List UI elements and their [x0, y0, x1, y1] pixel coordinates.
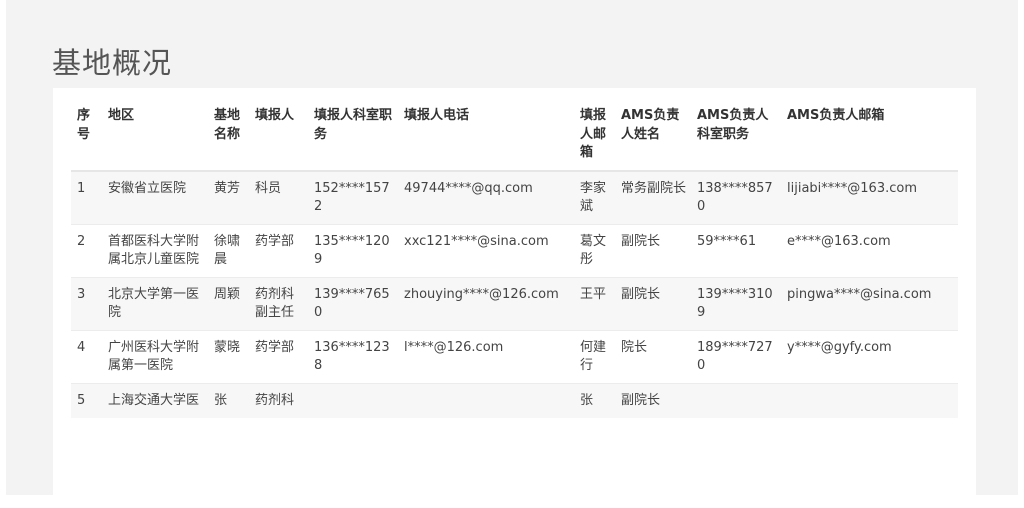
table-cell: 徐啸晨 — [214, 233, 241, 267]
table-cell: 152****1572 — [314, 180, 390, 214]
table-cell: 4 — [77, 339, 86, 355]
table-cell: 135****1209 — [314, 233, 390, 267]
table-cell: 副院长 — [621, 286, 661, 302]
table-cell: 药学部 — [255, 233, 295, 249]
table-cell: 李家斌 — [580, 180, 607, 214]
column-header[interactable]: AMS负责人邮箱 — [781, 107, 958, 171]
table-cell — [308, 383, 398, 418]
table-cell — [691, 383, 781, 418]
table-cell: l****@126.com — [404, 339, 504, 355]
column-header[interactable]: 地区 — [102, 107, 208, 171]
table-cell: 黄芳 — [214, 180, 241, 196]
table-cell: xxc121****@sina.com — [404, 233, 549, 249]
table-cell: 5 — [77, 392, 86, 408]
table-cell: pingwa****@sina.com — [787, 286, 932, 302]
table-row: 5 上海交通大学医 张 药剂科 张 副院长 — [71, 383, 958, 418]
table-cell: 张 — [214, 392, 228, 408]
table-cell: 副院长 — [621, 392, 661, 408]
column-header[interactable]: 填报人电话 — [398, 107, 574, 171]
table-cell: 139****3109 — [697, 286, 773, 320]
column-header[interactable]: 填报人 — [249, 107, 308, 171]
table-cell: y****@gyfy.com — [787, 339, 892, 355]
table-cell: 北京大学第一医院 — [108, 286, 200, 320]
table-cell: 蒙晓 — [214, 339, 241, 355]
table-cell: 张 — [580, 392, 594, 408]
base-overview-table: 序号 地区 基地名称 填报人 填报人科室职务 填报人电话 填报人邮箱 AMS负责… — [71, 107, 958, 418]
table-cell: 首都医科大学附属北京儿童医院 — [108, 233, 200, 267]
table-cell: 药学部 — [255, 339, 295, 355]
table-row: 4 广州医科大学附属第一医院 蒙晓 药学部 136****1238 l****@… — [71, 330, 958, 383]
table-cell — [398, 383, 574, 418]
column-header[interactable]: 填报人邮箱 — [574, 107, 615, 171]
column-header[interactable]: AMS负责人姓名 — [615, 107, 691, 171]
table-header-row: 序号 地区 基地名称 填报人 填报人科室职务 填报人电话 填报人邮箱 AMS负责… — [71, 107, 958, 171]
table-cell: 2 — [77, 233, 86, 249]
table-cell: 安徽省立医院 — [108, 180, 187, 196]
table-cell: 院长 — [621, 339, 648, 355]
table-cell: 葛文彤 — [580, 233, 607, 267]
table-cell: lijiabi****@163.com — [787, 180, 917, 196]
table-cell: 周颖 — [214, 286, 241, 302]
table-cell: 科员 — [255, 180, 282, 196]
table-cell: 3 — [77, 286, 86, 302]
table-cell: 1 — [77, 180, 86, 196]
table-cell: zhouying****@126.com — [404, 286, 559, 302]
table-row: 1 安徽省立医院 黄芳 科员 152****1572 49744****@qq.… — [71, 170, 958, 224]
table-cell: 何建行 — [580, 339, 607, 373]
column-header[interactable]: AMS负责人科室职务 — [691, 107, 781, 171]
column-header[interactable]: 填报人科室职务 — [308, 107, 398, 171]
page-title: 基地概况 — [52, 46, 173, 80]
table-cell: 189****7270 — [697, 339, 773, 373]
table-cell: 49744****@qq.com — [404, 180, 533, 196]
table-cell: e****@163.com — [787, 233, 891, 249]
overview-card: 序号 地区 基地名称 填报人 填报人科室职务 填报人电话 填报人邮箱 AMS负责… — [53, 88, 976, 508]
table-cell: 副院长 — [621, 233, 661, 249]
table-cell: 上海交通大学医 — [108, 392, 200, 408]
table-cell: 王平 — [580, 286, 607, 302]
column-header[interactable]: 基地名称 — [208, 107, 249, 171]
column-header[interactable]: 序号 — [71, 107, 102, 171]
table-cell: 138****8570 — [697, 180, 773, 214]
table-cell: 59****61 — [697, 233, 757, 249]
table-row: 2 首都医科大学附属北京儿童医院 徐啸晨 药学部 135****1209 xxc… — [71, 224, 958, 277]
table-row: 3 北京大学第一医院 周颖 药剂科副主任 139****7650 zhouyin… — [71, 277, 958, 330]
table-cell: 广州医科大学附属第一医院 — [108, 339, 200, 373]
table-cell: 常务副院长 — [621, 180, 687, 196]
table-cell — [781, 383, 958, 418]
table-cell: 136****1238 — [314, 339, 390, 373]
table-cell: 药剂科副主任 — [255, 286, 295, 320]
table-cell: 药剂科 — [255, 392, 295, 408]
table-cell: 139****7650 — [314, 286, 390, 320]
